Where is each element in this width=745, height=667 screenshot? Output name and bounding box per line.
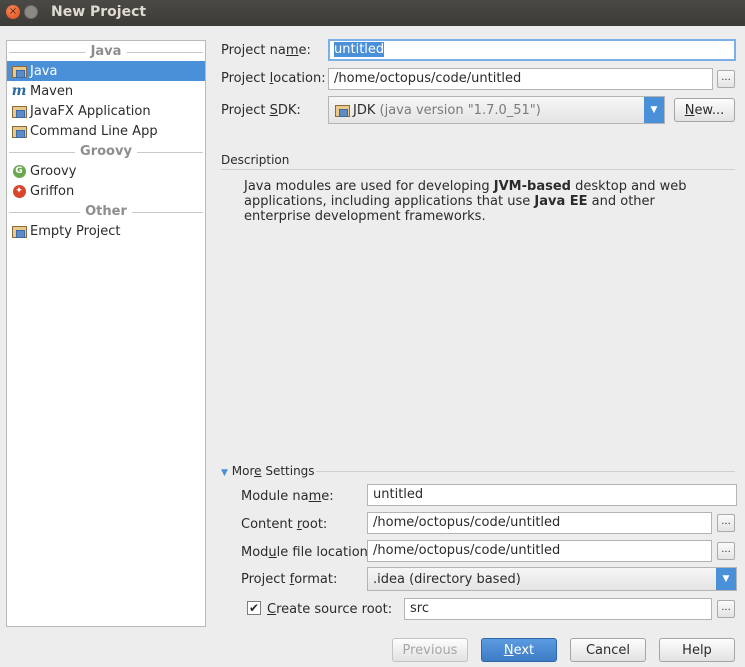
chevron-down-icon[interactable]: ▼ <box>716 568 736 590</box>
list-item-label: JavaFX Application <box>30 103 151 119</box>
list-item-command-line[interactable]: Command Line App <box>7 121 205 141</box>
source-root-browse-button[interactable]: ... <box>717 600 735 618</box>
sdk-version: (java version "1.7.0_51") <box>379 102 541 118</box>
empty-project-folder-icon <box>11 223 27 239</box>
list-item-label: Command Line App <box>30 123 158 139</box>
next-button[interactable]: Next <box>481 638 557 662</box>
content-root-label: Content root: <box>241 517 328 532</box>
list-item-groovy[interactable]: G Groovy <box>7 161 205 181</box>
chevron-down-icon[interactable]: ▼ <box>644 97 664 123</box>
create-source-root-checkbox[interactable]: ✔ <box>247 601 261 615</box>
minimize-window-icon[interactable] <box>24 5 38 19</box>
list-item-empty-project[interactable]: Empty Project <box>7 221 205 241</box>
project-name-label: Project name: <box>221 43 311 58</box>
list-item-griffon[interactable]: ✦ Griffon <box>7 181 205 201</box>
content-root-browse-button[interactable]: ... <box>717 514 735 532</box>
project-location-browse-button[interactable]: ... <box>717 70 735 88</box>
more-settings-divider <box>316 471 735 472</box>
project-name-input[interactable]: untitled <box>328 39 736 61</box>
description-heading: Description <box>221 153 290 167</box>
project-format-label: Project format: <box>241 572 338 587</box>
javafx-folder-icon <box>11 103 27 119</box>
help-button[interactable]: Help <box>659 638 735 662</box>
project-sdk-select[interactable]: JDK (java version "1.7.0_51") ▼ <box>328 96 665 124</box>
title-bar: × New Project <box>0 0 745 26</box>
list-item-label: Empty Project <box>30 223 121 239</box>
group-header-groovy: Groovy <box>7 143 205 161</box>
group-header-other: Other <box>7 203 205 221</box>
project-sdk-label: Project SDK: <box>221 103 301 118</box>
triangle-down-icon: ▼ <box>221 468 228 478</box>
module-file-location-input[interactable]: /home/octopus/code/untitled <box>367 540 712 562</box>
project-format-select[interactable]: .idea (directory based) ▼ <box>367 567 737 591</box>
description-divider <box>221 169 735 170</box>
maven-icon: m <box>11 83 27 99</box>
list-item-maven[interactable]: m Maven <box>7 81 205 101</box>
list-item-label: Maven <box>30 83 74 99</box>
list-item-javafx[interactable]: JavaFX Application <box>7 101 205 121</box>
module-file-location-browse-button[interactable]: ... <box>717 542 735 560</box>
create-source-root-label: Create source root: <box>267 602 393 617</box>
project-location-input[interactable]: /home/octopus/code/untitled <box>328 68 713 90</box>
content-root-input[interactable]: /home/octopus/code/untitled <box>367 512 712 534</box>
list-item-label: Java <box>30 63 58 79</box>
group-header-java: Java <box>7 43 205 61</box>
sdk-name: JDK <box>353 102 376 118</box>
close-window-icon[interactable]: × <box>6 5 20 19</box>
description-text: Java modules are used for developing JVM… <box>244 179 687 224</box>
previous-button[interactable]: Previous <box>392 638 468 662</box>
jdk-folder-icon <box>334 102 350 118</box>
list-item-label: Groovy <box>30 163 77 179</box>
groovy-icon: G <box>12 164 26 178</box>
command-line-folder-icon <box>11 123 27 139</box>
project-type-list[interactable]: Java Java m Maven JavaFX Application Com… <box>6 40 206 627</box>
source-root-input[interactable]: src <box>404 598 712 620</box>
griffon-icon: ✦ <box>12 184 26 198</box>
module-name-input[interactable]: untitled <box>367 484 737 506</box>
project-location-label: Project location: <box>221 71 326 86</box>
java-folder-icon <box>11 63 27 79</box>
list-item-label: Griffon <box>30 183 75 199</box>
window-title: New Project <box>51 4 147 20</box>
project-format-value: .idea (directory based) <box>373 571 521 587</box>
new-sdk-button[interactable]: New... <box>674 98 735 122</box>
module-file-location-label: Module file location: <box>241 545 373 560</box>
more-settings-toggle[interactable]: ▼ More Settings <box>221 464 315 478</box>
list-item-java[interactable]: Java <box>7 61 205 81</box>
cancel-button[interactable]: Cancel <box>570 638 646 662</box>
module-name-label: Module name: <box>241 489 334 504</box>
